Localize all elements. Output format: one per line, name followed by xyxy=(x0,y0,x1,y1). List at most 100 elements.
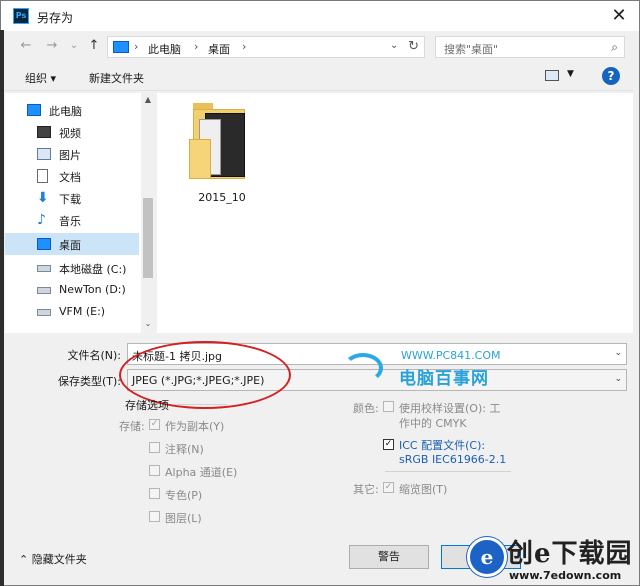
close-button[interactable]: ✕ xyxy=(607,5,631,27)
title-bar: Ps 另存为 ✕ xyxy=(1,1,639,31)
scrollbar-thumb[interactable] xyxy=(143,198,153,278)
scroll-down-icon[interactable]: ⌄ xyxy=(141,319,155,331)
proof-setup-label: 使用校样设置(O): 工 xyxy=(399,402,501,415)
desktop-icon xyxy=(37,238,51,250)
sidebar-item-drive-e[interactable]: VFM (E:) xyxy=(5,301,139,323)
sidebar-item-label: 视频 xyxy=(59,127,81,140)
breadcrumb-separator: › xyxy=(242,40,247,53)
up-button[interactable]: ↑ xyxy=(85,37,103,55)
navigation-scrollbar[interactable]: ▲ ⌄ xyxy=(141,93,155,333)
drive-icon xyxy=(37,287,51,294)
hide-folders-toggle[interactable]: ⌃ 隐藏文件夹 xyxy=(19,551,87,567)
address-dropdown-icon[interactable]: ⌄ xyxy=(390,40,398,51)
search-placeholder: 搜索"桌面" xyxy=(444,43,499,56)
sidebar-item-documents[interactable]: 文档 xyxy=(5,165,139,187)
music-icon: ♪ xyxy=(37,212,46,228)
view-dropdown-icon[interactable]: ▼ xyxy=(567,69,574,79)
sidebar-item-label: VFM (E:) xyxy=(59,305,106,318)
sidebar-item-drive-c[interactable]: 本地磁盘 (C:) xyxy=(5,257,139,279)
as-copy-checkbox[interactable]: ✓ xyxy=(149,419,160,430)
layers-checkbox[interactable] xyxy=(149,511,160,522)
document-icon xyxy=(37,169,48,183)
notes-checkbox[interactable] xyxy=(149,442,160,453)
search-input[interactable]: 搜索"桌面" ⌕ xyxy=(435,36,625,58)
scroll-up-icon[interactable]: ▲ xyxy=(141,95,155,107)
toolbar: 组织 ▾ 新建文件夹 ▼ ? xyxy=(5,63,633,91)
color-label: 颜色: xyxy=(353,402,379,415)
storage-label: 存储: xyxy=(119,420,145,433)
breadcrumb-desktop[interactable]: 桌面 xyxy=(208,41,230,57)
icc-profile-label: ICC 配置文件(C): xyxy=(399,439,486,452)
sidebar-item-drive-d[interactable]: NewTon (D:) xyxy=(5,279,139,301)
section-divider xyxy=(177,404,227,405)
sidebar-item-label: 文档 xyxy=(59,171,81,184)
proof-setup-checkbox[interactable] xyxy=(383,401,394,412)
folder-icon-front xyxy=(189,139,211,179)
sidebar-item-pictures[interactable]: 图片 xyxy=(5,143,139,165)
sidebar-item-label: 桌面 xyxy=(59,239,81,252)
proof-setup-label-line2: 作中的 CMYK xyxy=(399,417,467,430)
breadcrumb-separator: › xyxy=(134,40,139,53)
thumbnail-label: 缩览图(T) xyxy=(399,483,448,496)
as-copy-label: 作为副本(Y) xyxy=(165,420,225,433)
filename-label: 文件名(N): xyxy=(67,349,121,362)
filename-dropdown-icon[interactable]: ⌄ xyxy=(614,348,622,358)
7edown-logo: e xyxy=(467,537,507,577)
sidebar-item-music[interactable]: ♪ 音乐 xyxy=(5,209,139,231)
folder-item[interactable]: 2015_10 xyxy=(187,99,257,209)
sidebar-item-this-pc[interactable]: 此电脑 xyxy=(5,99,139,121)
save-as-dialog: Ps 另存为 ✕ ← → ⌄ ↑ › 此电脑 › 桌面 › ⌄ ↻ 搜索"桌面"… xyxy=(0,0,640,586)
refresh-icon[interactable]: ↻ xyxy=(408,39,419,54)
alpha-channel-label: Alpha 通道(E) xyxy=(165,466,238,479)
sidebar-item-label: NewTon (D:) xyxy=(59,283,126,296)
7edown-name: 创e下载园 xyxy=(507,539,633,569)
picture-icon xyxy=(37,148,51,160)
drive-icon xyxy=(37,309,51,316)
icc-profile-checkbox[interactable]: ✓ xyxy=(383,439,394,450)
computer-icon xyxy=(113,41,129,53)
alpha-channel-checkbox[interactable] xyxy=(149,465,160,476)
breadcrumb-this-pc[interactable]: 此电脑 xyxy=(148,41,181,57)
sidebar-item-desktop[interactable]: 桌面 xyxy=(5,233,139,255)
dialog-title: 另存为 xyxy=(37,11,74,25)
download-icon: ⬇ xyxy=(37,190,49,206)
help-icon[interactable]: ? xyxy=(602,67,620,85)
drive-icon xyxy=(37,265,51,272)
spot-color-checkbox[interactable] xyxy=(149,488,160,499)
pc841-watermark: WWW.PC841.COM 电脑百事网 xyxy=(341,349,531,389)
file-list: 2015_10 xyxy=(157,93,633,333)
spot-color-label: 专色(P) xyxy=(165,489,203,502)
computer-icon xyxy=(27,104,41,116)
organize-button[interactable]: 组织 ▾ xyxy=(25,70,56,86)
save-type-label: 保存类型(T): xyxy=(57,375,121,388)
thumbnail-checkbox[interactable]: ✓ xyxy=(383,482,394,493)
pc841-logo xyxy=(343,353,383,383)
layers-label: 图层(L) xyxy=(165,512,202,525)
view-options-icon[interactable] xyxy=(545,70,559,81)
search-icon[interactable]: ⌕ xyxy=(611,40,618,55)
sidebar-item-label: 音乐 xyxy=(59,215,81,228)
warning-button[interactable]: 警告 xyxy=(349,545,429,569)
notes-label: 注释(N) xyxy=(165,443,204,456)
pc841-name: 电脑百事网 xyxy=(399,369,489,389)
back-button[interactable]: ← xyxy=(17,37,35,55)
new-folder-button[interactable]: 新建文件夹 xyxy=(89,70,144,86)
save-type-dropdown-icon[interactable]: ⌄ xyxy=(614,374,622,384)
navigation-bar: ← → ⌄ ↑ › 此电脑 › 桌面 › ⌄ ↻ 搜索"桌面" ⌕ xyxy=(5,31,633,63)
other-label: 其它: xyxy=(353,483,379,496)
7edown-url: www.7edown.com xyxy=(509,569,622,582)
forward-button[interactable]: → xyxy=(43,37,61,55)
sidebar-item-label: 此电脑 xyxy=(49,105,82,118)
address-bar[interactable]: › 此电脑 › 桌面 › ⌄ ↻ xyxy=(107,36,425,58)
video-icon xyxy=(37,126,51,138)
pc841-url: WWW.PC841.COM xyxy=(401,349,501,362)
sidebar-item-videos[interactable]: 视频 xyxy=(5,121,139,143)
sidebar-item-downloads[interactable]: ⬇ 下载 xyxy=(5,187,139,209)
7edown-watermark: e 创e下载园 www.7edown.com xyxy=(467,531,640,586)
navigation-pane: 此电脑 视频 图片 文档 ⬇ 下载 ♪ 音乐 桌面 本地磁盘 (C:) NewT… xyxy=(5,93,155,333)
breadcrumb-separator: › xyxy=(194,40,199,53)
sidebar-item-label: 本地磁盘 (C:) xyxy=(59,263,127,276)
recent-locations-button[interactable]: ⌄ xyxy=(65,37,83,55)
icc-profile-value: sRGB IEC61966-2.1 xyxy=(399,453,507,466)
sidebar-item-label: 图片 xyxy=(59,149,81,162)
